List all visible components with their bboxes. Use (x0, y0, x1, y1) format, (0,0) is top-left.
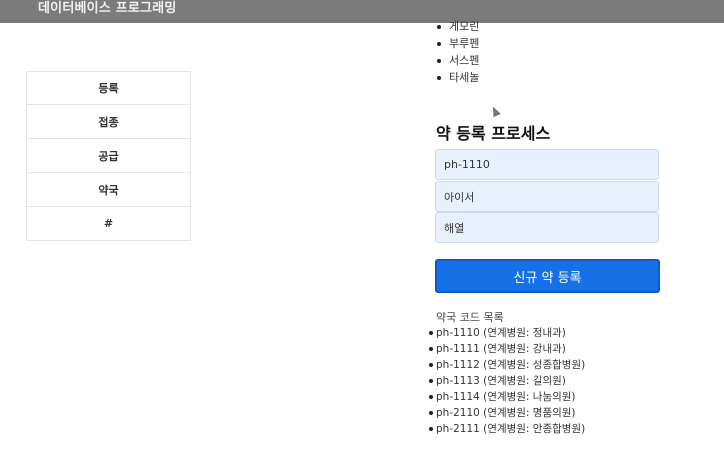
sidebar-item-pharmacy[interactable]: 약국 (26, 173, 191, 207)
app-header: 데이터베이스 프로그래밍 (0, 0, 724, 23)
list-item: ph-1110 (연계병원: 정내과) (428, 325, 585, 341)
pharmacy-code: ph-1112 (436, 359, 480, 371)
pharmacy-code: ph-2111 (436, 423, 480, 435)
name-input[interactable] (435, 181, 659, 212)
medicine-list: 게모린 부루펜 서스펜 타세놀 (436, 18, 479, 86)
app-title: 데이터베이스 프로그래밍 (38, 1, 177, 16)
pharmacy-code: ph-1113 (436, 375, 480, 387)
code-input[interactable] (435, 149, 659, 180)
form-title: 약 등록 프로세스 (436, 124, 551, 143)
linked-hospital: (연계병원: 성종합병원) (479, 359, 586, 371)
linked-hospital: (연계병원: 안종합병원) (479, 423, 586, 435)
pharmacy-code: ph-1111 (436, 343, 480, 355)
list-item: ph-2111 (연계병원: 안종합병원) (428, 421, 586, 437)
sidebar-item-vaccination[interactable]: 접종 (26, 105, 191, 139)
list-item: ph-1112 (연계병원: 성종합병원) (428, 357, 586, 373)
pharmacy-code-heading: 약국 코드 목록 (436, 311, 504, 324)
pharmacy-code: ph-1114 (436, 391, 480, 403)
mouse-cursor-icon (489, 104, 501, 118)
pharmacy-code: ph-2110 (436, 407, 480, 419)
list-item: 게모린 (436, 18, 479, 35)
list-item: 타세놀 (436, 69, 479, 86)
linked-hospital: (연계병원: 명품의원) (479, 407, 576, 419)
list-item: 서스펜 (436, 52, 479, 69)
effect-input[interactable] (435, 212, 659, 243)
list-item: ph-1113 (연계병원: 길의원) (428, 373, 585, 389)
list-item: ph-2110 (연계병원: 명품의원) (428, 405, 585, 421)
pharmacy-code: ph-1110 (436, 327, 480, 339)
sidebar-item-register[interactable]: 등록 (26, 71, 191, 105)
list-item: 부루펜 (436, 35, 479, 52)
linked-hospital: (연계병원: 정내과) (479, 327, 566, 339)
sidebar-menu: 등록 접종 공급 약국 # (26, 71, 191, 241)
list-item: ph-1111 (연계병원: 강내과) (428, 341, 585, 357)
linked-hospital: (연계병원: 길의원) (479, 375, 566, 387)
register-medicine-button[interactable]: 신규 약 등록 (435, 259, 660, 293)
list-item: ph-1114 (연계병원: 나눔의원) (428, 389, 585, 405)
pharmacy-code-list: ph-1110 (연계병원: 정내과) ph-1111 (연계병원: 강내과) … (428, 325, 586, 437)
linked-hospital: (연계병원: 강내과) (479, 343, 566, 355)
linked-hospital: (연계병원: 나눔의원) (479, 391, 576, 403)
sidebar-item-hash[interactable]: # (26, 207, 191, 241)
sidebar-item-supply[interactable]: 공급 (26, 139, 191, 173)
